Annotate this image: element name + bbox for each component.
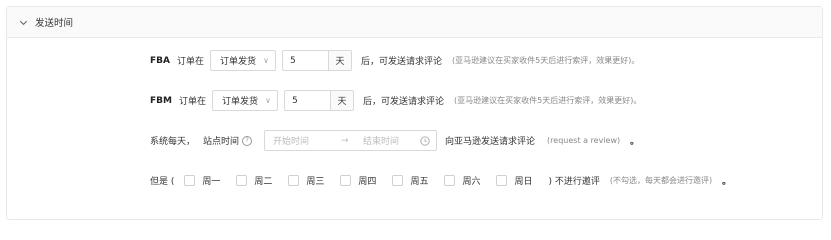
fba-after-text: 后，可发送请求评论 [361, 57, 443, 67]
weekday-prefix: 但是 ( [150, 177, 175, 187]
fbm-label: FBM [150, 95, 172, 106]
fba-days-unit: 天 [328, 51, 351, 70]
weekday-option-fri[interactable]: 周五 [392, 174, 428, 187]
weekday-checkbox[interactable] [236, 175, 248, 186]
daily-prefix: 系统每天， [150, 137, 196, 147]
fba-trigger-select[interactable]: 订单发货 ∨ [210, 50, 276, 71]
site-time-label: 站点时间 [203, 137, 240, 147]
weekday-label: 周二 [254, 177, 273, 187]
clock-icon [420, 135, 430, 146]
weekday-option-thu[interactable]: 周四 [340, 174, 376, 187]
fbm-row: FBM 订单在 订单发货 ∨ 5 天 后，可发送请求评论 (亚马逊建议在买家收件… [150, 90, 641, 111]
fba-label: FBA [150, 55, 170, 66]
fba-order-at: 订单在 [176, 57, 204, 67]
weekday-label: 周三 [306, 177, 325, 187]
weekday-label: 周一 [202, 177, 221, 187]
fbm-days-input-group: 5 天 [283, 90, 354, 111]
send-time-panel: 发送时间 [6, 6, 823, 220]
question-icon[interactable]: ? [242, 135, 253, 146]
weekday-label: 周六 [462, 177, 481, 187]
fbm-days-unit: 天 [329, 91, 353, 110]
fbm-days-input[interactable]: 5 [285, 91, 330, 110]
daily-hint: (request a review) [547, 136, 621, 145]
weekday-label: 周五 [410, 177, 429, 187]
end-time-input[interactable]: 结束时间 [363, 134, 420, 147]
weekday-label: 周日 [514, 177, 533, 187]
weekday-option-mon[interactable]: 周一 [184, 174, 220, 187]
daily-row: 系统每天， 站点时间 ? 开始时间 → 结束时间 向亚马逊发送请求评论 (req… [150, 130, 639, 151]
panel-title: 发送时间 [35, 18, 74, 29]
fbm-after-text: 后，可发送请求评论 [362, 97, 444, 107]
fba-hint: (亚马逊建议在买家收件5天后进行索评，效果更好)。 [452, 56, 640, 65]
weekday-checkbox[interactable] [496, 175, 508, 186]
chevron-down-icon[interactable] [18, 17, 29, 28]
weekday-checkbox[interactable] [340, 175, 352, 186]
fbm-trigger-select[interactable]: 订单发货 ∨ [211, 90, 278, 111]
panel-header[interactable]: 发送时间 [7, 7, 822, 38]
fba-row: FBA 订单在 订单发货 ∨ 5 天 后，可发送请求评论 (亚马逊建议在买家收件… [150, 50, 639, 71]
daily-action-text: 向亚马逊发送请求评论 [445, 137, 536, 147]
fbm-hint: (亚马逊建议在买家收件5天后进行索评，效果更好)。 [454, 96, 642, 105]
weekday-checkbox[interactable] [392, 175, 404, 186]
fbm-order-at: 订单在 [178, 97, 206, 107]
fba-days-input-group: 5 天 [282, 50, 352, 71]
fba-days-input[interactable]: 5 [283, 51, 328, 70]
weekday-option-sat[interactable]: 周六 [444, 174, 480, 187]
weekday-period: 。 [722, 177, 732, 187]
chevron-down-icon: ∨ [265, 96, 271, 105]
chevron-down-icon: ∨ [263, 56, 269, 65]
daily-period: 。 [630, 137, 640, 147]
weekday-option-tue[interactable]: 周二 [236, 174, 272, 187]
weekday-checkbox[interactable] [288, 175, 300, 186]
weekday-row: 但是 ( 周一 周二 周三 周四 周五 周六 周日 ) 不进行邀评 (不勾选，每… [150, 174, 731, 187]
weekday-option-wed[interactable]: 周三 [288, 174, 324, 187]
range-separator-icon: → [341, 135, 349, 146]
start-time-input[interactable]: 开始时间 [273, 134, 341, 147]
weekday-checkbox[interactable] [444, 175, 456, 186]
weekday-label: 周四 [358, 177, 377, 187]
fba-trigger-select-value: 订单发货 [220, 57, 257, 67]
fbm-trigger-select-value: 订单发货 [221, 97, 258, 107]
weekday-checkbox[interactable] [184, 175, 196, 186]
time-range-picker[interactable]: 开始时间 → 结束时间 [264, 130, 438, 151]
weekday-option-sun[interactable]: 周日 [496, 174, 532, 187]
weekday-suffix: ) 不进行邀评 [548, 177, 600, 187]
weekday-hint: (不勾选，每天都会进行邀评) [609, 176, 713, 185]
